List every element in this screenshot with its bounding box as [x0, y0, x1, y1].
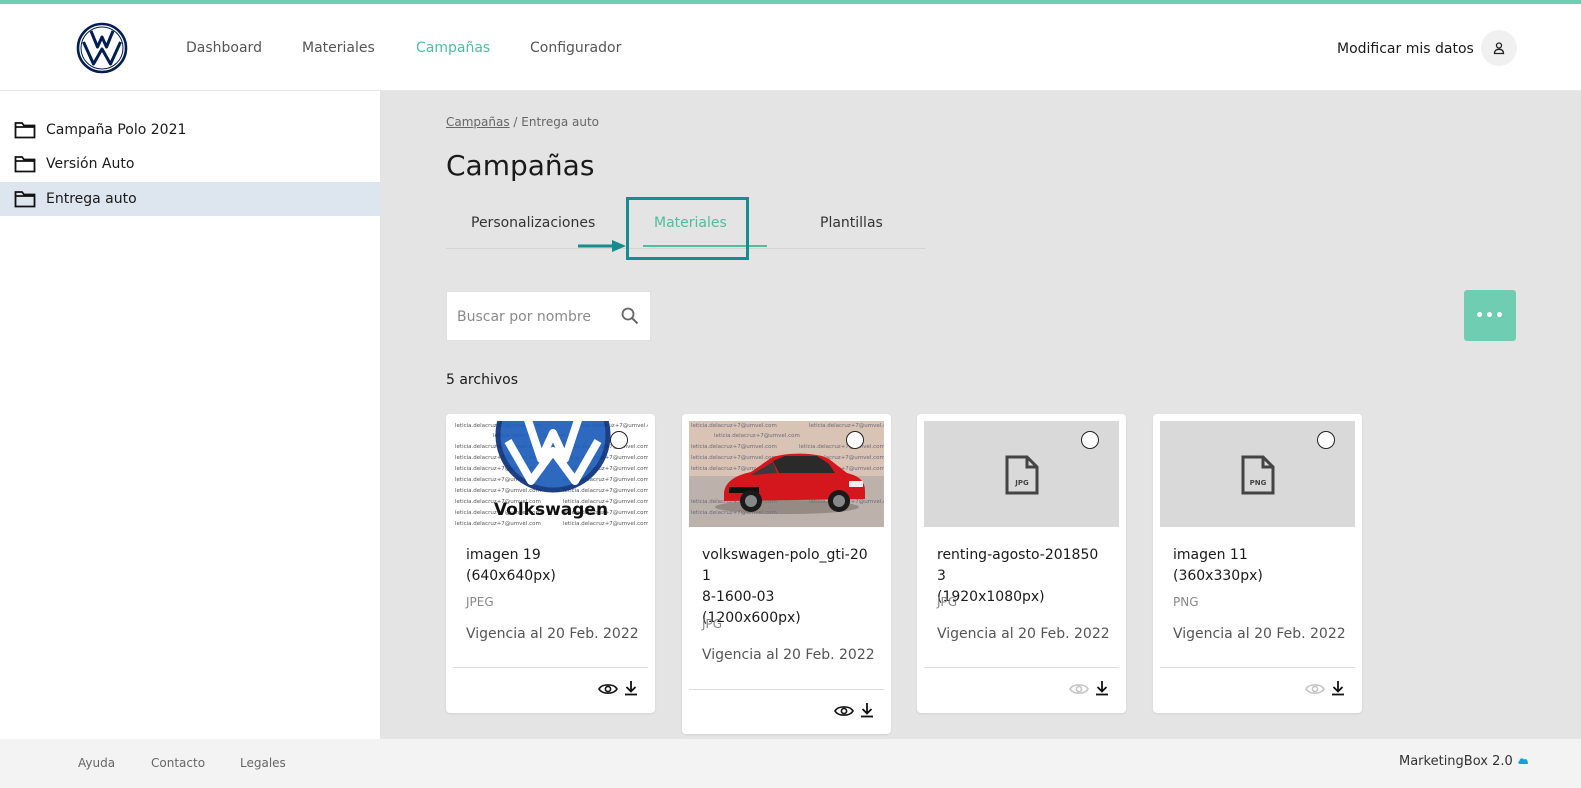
user-profile-button[interactable] [1481, 30, 1517, 66]
annotation-highlight-box [626, 197, 749, 260]
card-divider [689, 689, 884, 690]
card-date: Vigencia al 20 Feb. 2022 [702, 647, 875, 663]
breadcrumb: Campañas / Entrega auto [446, 115, 599, 129]
folder-icon [14, 122, 36, 139]
sidebar-item-campana-polo-2021[interactable]: Campaña Polo 2021 [0, 113, 381, 147]
search-box [446, 291, 651, 341]
download-icon[interactable] [1095, 680, 1109, 696]
folder-icon [14, 191, 36, 208]
watermark-text: leticia.delacruz+7@umvel.com [809, 423, 884, 429]
brand-label: MarketingBox 2.0 [1399, 754, 1529, 769]
select-checkbox[interactable] [1317, 431, 1335, 449]
watermark-text: leticia.delacruz+7@umvel.com [563, 488, 648, 494]
footer: Ayuda Contacto Legales MarketingBox 2.0 [0, 739, 1581, 788]
watermark-text: leticia.delacruz+7@umvel.com [455, 521, 541, 527]
card-name: imagen 11 (360x330px) [1173, 547, 1263, 584]
material-card[interactable]: JPG renting-agosto-2018503 (1920x1080px) … [917, 414, 1126, 713]
card-divider [924, 667, 1119, 668]
download-icon[interactable] [860, 702, 874, 718]
footer-link-contacto[interactable]: Contacto [151, 756, 205, 770]
svg-text:JPG: JPG [1014, 479, 1029, 487]
sidebar-item-label: Entrega auto [46, 191, 137, 207]
nav-dashboard[interactable]: Dashboard [186, 40, 262, 56]
campaign-sidebar: Campaña Polo 2021 Versión Auto Entrega a… [0, 91, 381, 739]
eye-icon[interactable] [1069, 681, 1089, 697]
page-title: Campañas [446, 149, 595, 182]
eye-icon[interactable] [598, 681, 618, 697]
card-type: JPG [937, 595, 958, 609]
breadcrumb-current: Entrega auto [521, 115, 600, 129]
search-icon[interactable] [620, 306, 640, 326]
folder-icon [14, 156, 36, 173]
watermark-text: leticia.delacruz+7@umvel.com [691, 444, 777, 450]
watermark-text: leticia.delacruz+7@umvel.com [691, 455, 777, 461]
nav-configurador[interactable]: Configurador [530, 40, 621, 56]
watermark-text: leticia.delacruz+7@umvel.com [563, 521, 648, 527]
more-options-button[interactable]: ••• [1464, 290, 1516, 341]
cloud-icon [1518, 758, 1528, 764]
vw-logo[interactable] [76, 22, 128, 74]
footer-link-legales[interactable]: Legales [240, 756, 286, 770]
card-type: JPG [702, 617, 723, 631]
eye-icon[interactable] [834, 703, 854, 719]
card-divider [1160, 667, 1355, 668]
tab-personalizaciones[interactable]: Personalizaciones [471, 215, 595, 231]
nav-campanas[interactable]: Campañas [416, 40, 490, 56]
svg-text:PNG: PNG [1250, 479, 1267, 487]
nav-materiales[interactable]: Materiales [302, 40, 375, 56]
user-icon [1493, 42, 1505, 55]
card-name: renting-agosto-2018503 (1920x1080px) [937, 547, 1099, 605]
card-date: Vigencia al 20 Feb. 2022 [466, 626, 639, 642]
select-checkbox[interactable] [610, 431, 628, 449]
breadcrumb-link-campanas[interactable]: Campañas [446, 115, 510, 129]
search-input[interactable] [457, 306, 607, 328]
download-icon[interactable] [624, 680, 638, 696]
select-checkbox[interactable] [1081, 431, 1099, 449]
material-card[interactable]: PNG imagen 11 (360x330px) PNG Vigencia al… [1153, 414, 1362, 713]
modify-data-link[interactable]: Modificar mis datos [1337, 41, 1474, 57]
card-date: Vigencia al 20 Feb. 2022 [937, 626, 1110, 642]
card-date: Vigencia al 20 Feb. 2022 [1173, 626, 1346, 642]
sidebar-item-entrega-auto[interactable]: Entrega auto [0, 182, 381, 216]
card-name: imagen 19 (640x640px) [466, 547, 556, 584]
material-card[interactable]: leticia.delacruz+7@umvel.com leticia.dela… [446, 414, 655, 713]
breadcrumb-separator: / [509, 115, 522, 129]
tab-plantillas[interactable]: Plantillas [820, 215, 883, 231]
download-icon[interactable] [1331, 680, 1345, 696]
top-header: Dashboard Materiales Campañas Configurad… [0, 4, 1581, 91]
select-checkbox[interactable] [846, 431, 864, 449]
annotation-arrow-icon [578, 240, 626, 252]
sidebar-item-label: Versión Auto [46, 156, 135, 172]
sidebar-item-version-auto[interactable]: Versión Auto [0, 147, 381, 181]
eye-icon[interactable] [1305, 681, 1325, 697]
watermark-text: leticia.delacruz+7@umvel.com [799, 444, 884, 450]
material-card[interactable]: leticia.delacruz+7@umvel.com leticia.dela… [682, 414, 891, 734]
watermark-text: leticia.delacruz+7@umvel.com [714, 433, 800, 439]
card-type: JPEG [466, 595, 494, 609]
card-divider [453, 667, 648, 668]
footer-link-ayuda[interactable]: Ayuda [78, 756, 115, 770]
card-name: volkswagen-polo_gti-201 8-1600-03 (1200x60… [702, 547, 868, 626]
watermark-text: leticia.delacruz+7@umvel.com [455, 488, 541, 494]
card-type: PNG [1173, 595, 1199, 609]
main-content: Campañas / Entrega auto Campañas Persona… [381, 91, 1581, 739]
sidebar-item-label: Campaña Polo 2021 [46, 122, 187, 138]
file-count: 5 archivos [446, 372, 518, 388]
thumb-brand-text: Volkswagen [494, 500, 608, 520]
watermark-text: leticia.delacruz+7@umvel.com [691, 423, 777, 429]
